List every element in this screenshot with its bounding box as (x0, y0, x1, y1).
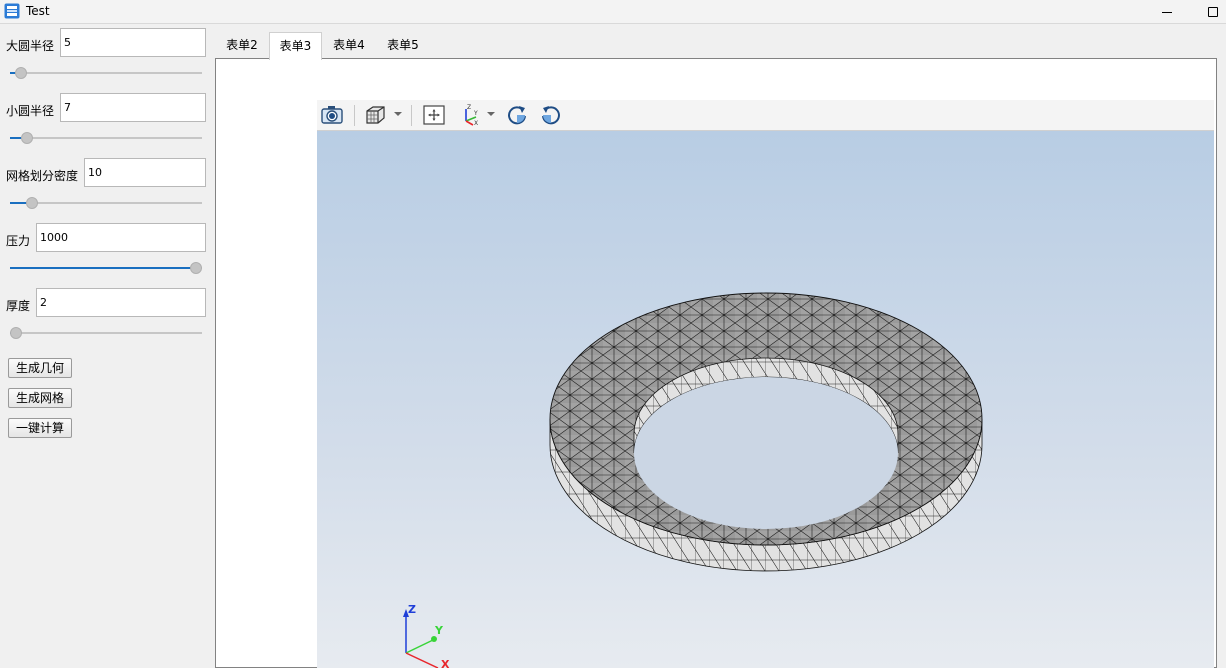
3d-viewer[interactable]: Z Y X Z Y X (317, 100, 1214, 668)
viewer-toolbar: Z Y X (317, 100, 1214, 131)
camera-icon[interactable] (320, 103, 344, 127)
pressure-slider[interactable] (10, 262, 202, 274)
slider-handle[interactable] (15, 67, 28, 79)
axis-y-label: Y (434, 624, 444, 637)
app-icon (4, 3, 20, 19)
mesh-density-input[interactable]: 10 (84, 158, 206, 187)
inner-radius-input[interactable]: 7 (60, 93, 206, 122)
fit-all-icon[interactable] (422, 103, 446, 127)
maximize-button[interactable] (1190, 0, 1226, 24)
outer-radius-input[interactable]: 5 (60, 28, 206, 57)
minimize-icon (1162, 11, 1172, 13)
thickness-label: 厚度 (6, 299, 31, 313)
svg-text:X: X (474, 120, 478, 127)
window-title: Test (26, 4, 50, 18)
axis-triad: Z Y X (403, 603, 450, 668)
outer-radius-slider[interactable] (10, 67, 202, 79)
inner-radius-label: 小圆半径 (6, 104, 55, 118)
outer-radius-label: 大圆半径 (6, 39, 55, 53)
tab-form2[interactable]: 表单2 (216, 32, 268, 59)
generate-geometry-button[interactable]: 生成几何 (8, 358, 73, 378)
rotate-ccw-icon[interactable] (539, 103, 563, 127)
mesh-density-label: 网格划分密度 (6, 169, 79, 183)
chevron-down-icon[interactable] (487, 112, 495, 116)
minimize-button[interactable] (1144, 0, 1190, 24)
inner-radius-slider[interactable] (10, 132, 202, 144)
chevron-down-icon[interactable] (394, 112, 402, 116)
axis-x-label: X (441, 658, 450, 668)
tab-form5[interactable]: 表单5 (377, 32, 429, 59)
pressure-label: 压力 (6, 234, 31, 248)
title-bar: Test (0, 0, 1226, 24)
slider-handle[interactable] (26, 197, 39, 209)
maximize-icon (1208, 7, 1218, 17)
mesh-density-slider[interactable] (10, 197, 202, 209)
rotate-cw-icon[interactable] (505, 103, 529, 127)
tab-form4[interactable]: 表单4 (323, 32, 375, 59)
viewport[interactable]: Z Y X (317, 131, 1214, 668)
pressure-input[interactable]: 1000 (36, 223, 206, 252)
tab-form3[interactable]: 表单3 (269, 32, 322, 60)
generate-mesh-button[interactable]: 生成网格 (8, 388, 73, 408)
one-click-compute-button[interactable]: 一键计算 (8, 418, 73, 438)
thickness-slider[interactable] (10, 327, 202, 339)
slider-handle[interactable] (190, 262, 202, 274)
slider-handle[interactable] (10, 327, 22, 339)
axis-z-label: Z (408, 603, 416, 616)
axes-icon[interactable]: Z Y X (458, 103, 482, 127)
thickness-input[interactable]: 2 (36, 288, 206, 317)
mesh-render: Z Y X (403, 292, 983, 668)
slider-handle[interactable] (20, 132, 33, 144)
parameter-panel: 大圆半径 5 小圆半径 7 网格划分密度 10 压力 1000 厚度 2 生成几… (0, 25, 212, 668)
view-cube-icon[interactable] (363, 103, 387, 127)
svg-text:Y: Y (473, 110, 478, 117)
svg-text:Z: Z (467, 104, 471, 111)
